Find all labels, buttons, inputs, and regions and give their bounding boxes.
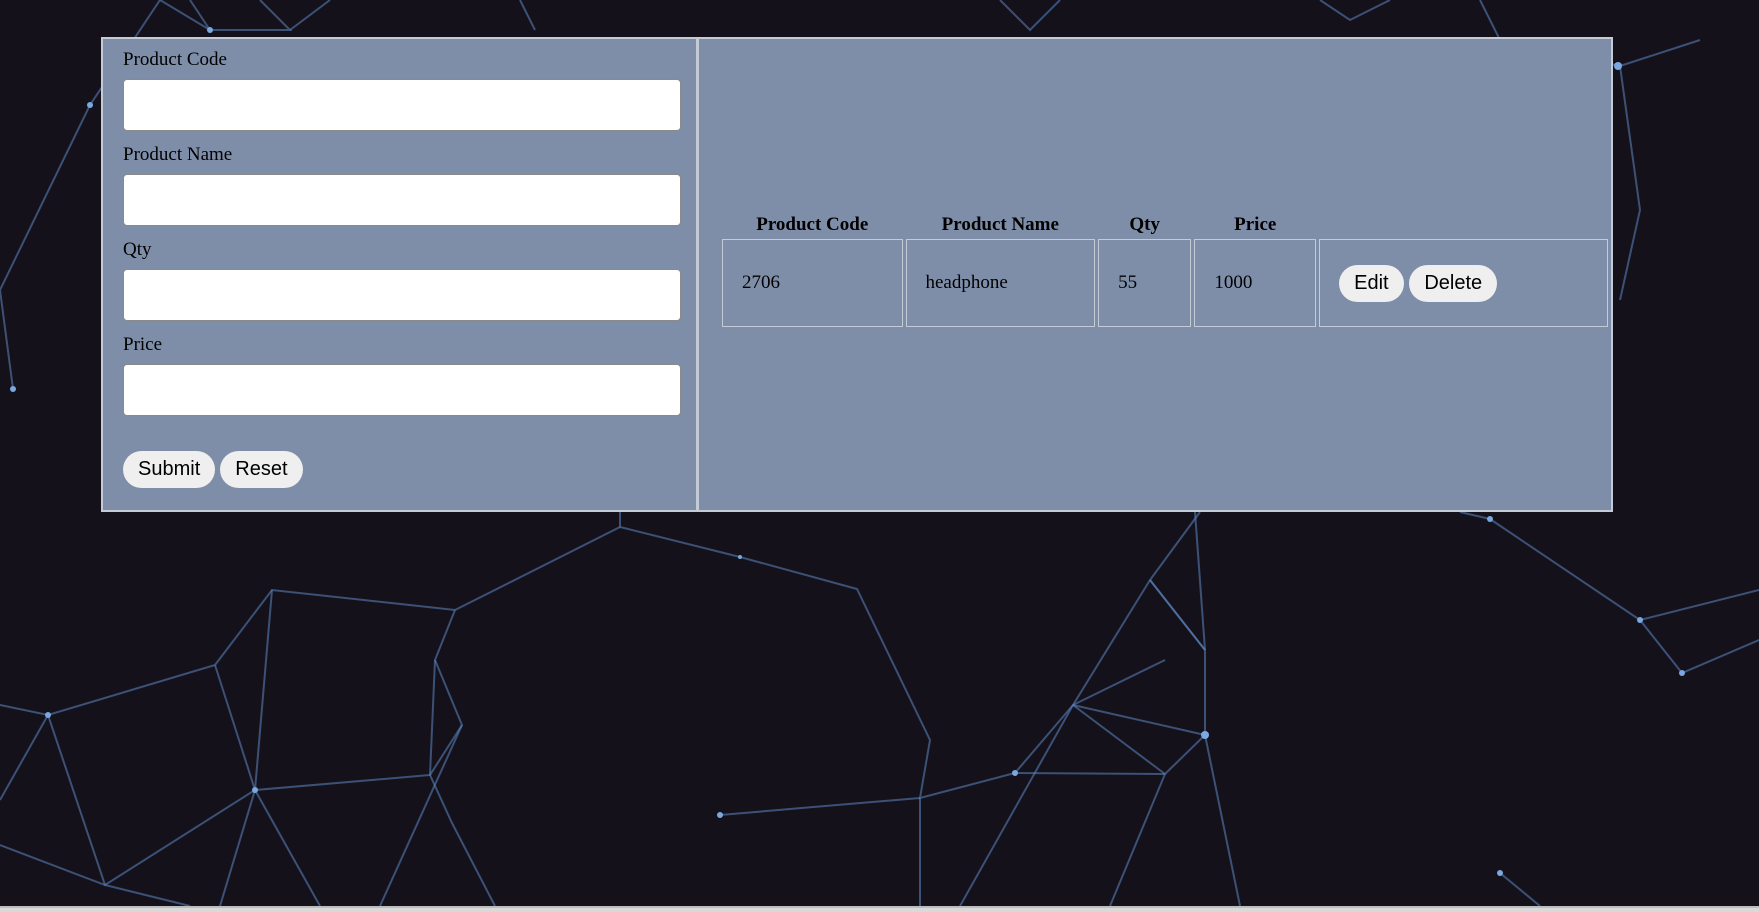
- page-bottom-edge: [0, 906, 1759, 912]
- price-input[interactable]: [123, 364, 681, 416]
- header-product-code: Product Code: [756, 214, 869, 235]
- product-crud-panel: Product Code Product Name Qty Price Subm…: [101, 37, 1613, 512]
- qty-input[interactable]: [123, 269, 681, 321]
- delete-button[interactable]: Delete: [1409, 264, 1498, 302]
- form-button-row: Submit Reset: [123, 451, 303, 488]
- table-row: 2706 headphone 55 1000 Edit Delete: [722, 239, 1608, 327]
- cell-product-code: 2706: [722, 239, 903, 327]
- header-product-name: Product Name: [941, 214, 1059, 235]
- table-header-row: Product Code Product Name Qty Price: [722, 214, 1608, 236]
- header-actions: [1319, 214, 1608, 236]
- reset-button[interactable]: Reset: [220, 451, 303, 488]
- qty-label: Qty: [123, 239, 152, 260]
- product-list-table: Product Code Product Name Qty Price 2706…: [719, 211, 1611, 330]
- product-form: Product Code Product Name Qty Price Subm…: [103, 39, 699, 510]
- cell-actions: Edit Delete: [1319, 239, 1608, 327]
- cell-price: 1000: [1194, 239, 1317, 327]
- product-list-panel: Product Code Product Name Qty Price 2706…: [699, 39, 1611, 510]
- product-code-input[interactable]: [123, 79, 681, 131]
- product-code-label: Product Code: [123, 49, 227, 70]
- cell-product-name: headphone: [905, 239, 1096, 327]
- edit-button[interactable]: Edit: [1339, 264, 1404, 302]
- submit-button[interactable]: Submit: [123, 451, 216, 488]
- price-label: Price: [123, 334, 163, 355]
- cell-qty: 55: [1098, 239, 1192, 327]
- product-name-label: Product Name: [123, 144, 233, 165]
- header-price: Price: [1234, 214, 1277, 235]
- header-qty: Qty: [1129, 214, 1161, 235]
- product-name-input[interactable]: [123, 174, 681, 226]
